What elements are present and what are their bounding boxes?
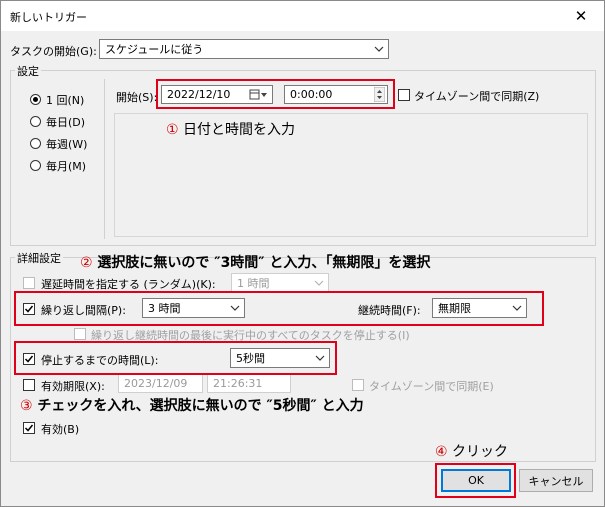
highlight-start-datetime xyxy=(156,79,395,109)
delay-checkbox[interactable] xyxy=(23,277,35,289)
chevron-down-icon xyxy=(313,277,325,289)
delay-label: 遅延時間を指定する (ランダム)(K): xyxy=(41,278,216,291)
timezone-sync-label: タイムゾーン間で同期(Z) xyxy=(414,90,540,103)
radio-monthly-button[interactable] xyxy=(30,160,41,171)
cancel-button[interactable]: キャンセル xyxy=(519,469,593,492)
annotation-4-number: ④ xyxy=(435,444,448,460)
highlight-stop-after-row xyxy=(14,341,337,375)
annotation-2-number: ② xyxy=(80,255,93,271)
annotation-1-number: ① xyxy=(166,122,179,138)
expire-timezone-checkbox[interactable] xyxy=(352,379,364,391)
settings-group-title: 設定 xyxy=(15,63,41,79)
radio-once-button[interactable] xyxy=(30,94,41,105)
expire-date-value: 2023/12/09 xyxy=(124,377,188,390)
annotation-3: ③ チェックを入れ、選択肢に無いので ″5秒間″ と入力 xyxy=(20,395,364,415)
checkmark-icon xyxy=(24,424,34,432)
expire-time-value: 21:26:31 xyxy=(213,377,263,390)
highlight-repeat-row xyxy=(14,291,544,326)
start-label: 開始(S): xyxy=(116,91,158,104)
window-title: 新しいトリガー xyxy=(10,11,87,24)
radio-weekly-label: 毎週(W) xyxy=(46,138,88,151)
expire-label: 有効期限(X): xyxy=(41,380,105,393)
radio-daily-button[interactable] xyxy=(30,116,41,127)
enabled-checkbox[interactable] xyxy=(23,422,35,434)
stop-all-checkbox[interactable] xyxy=(74,328,86,340)
radio-weekly-button[interactable] xyxy=(30,138,41,149)
annotation-3-number: ③ xyxy=(20,398,33,414)
highlight-ok-button xyxy=(435,463,516,498)
delay-value: 1 時間 xyxy=(237,276,270,290)
expire-date-picker[interactable]: 2023/12/09 xyxy=(118,374,203,393)
radio-daily-label: 毎日(D) xyxy=(46,116,86,129)
chevron-down-icon xyxy=(373,43,385,55)
settings-divider xyxy=(104,79,105,239)
task-start-label: タスクの開始(G): xyxy=(10,45,97,58)
expire-timezone-label: タイムゾーン間で同期(E) xyxy=(369,380,494,393)
annotation-2: ② 選択肢に無いので ″3時間″ と入力、「無期限」を選択 xyxy=(80,252,430,272)
expire-checkbox[interactable] xyxy=(23,379,35,391)
annotation-2-text: 選択肢に無いので ″3時間″ と入力、「無期限」を選択 xyxy=(92,255,431,271)
task-start-value: スケジュールに従う xyxy=(105,43,204,56)
annotation-3-text: チェックを入れ、選択肢に無いので ″5秒間″ と入力 xyxy=(32,398,364,414)
timezone-sync-checkbox[interactable] xyxy=(398,89,410,101)
annotation-1-text: 日付と時間を入力 xyxy=(178,122,296,138)
radio-monthly-label: 毎月(M) xyxy=(46,160,87,173)
radio-once-label: 1 回(N) xyxy=(46,94,85,107)
enabled-label: 有効(B) xyxy=(41,423,80,436)
delay-select[interactable]: 1 時間 xyxy=(231,273,329,292)
close-button[interactable]: ✕ xyxy=(558,1,604,31)
annotation-4: ④ クリック xyxy=(435,441,508,461)
task-start-select[interactable]: スケジュールに従う xyxy=(99,39,389,59)
annotation-4-text: クリック xyxy=(447,444,509,460)
title-bar: 新しいトリガー ✕ xyxy=(1,1,604,31)
cancel-button-label: キャンセル xyxy=(528,474,584,488)
close-icon: ✕ xyxy=(574,7,588,25)
expire-time-input[interactable]: 21:26:31 xyxy=(207,374,291,393)
annotation-1: ① 日付と時間を入力 xyxy=(166,119,295,139)
advanced-group-title: 詳細設定 xyxy=(15,250,63,266)
trigger-dialog: 新しいトリガー ✕ タスクの開始(G): スケジュールに従う 設定 1 回(N)… xyxy=(0,0,605,507)
